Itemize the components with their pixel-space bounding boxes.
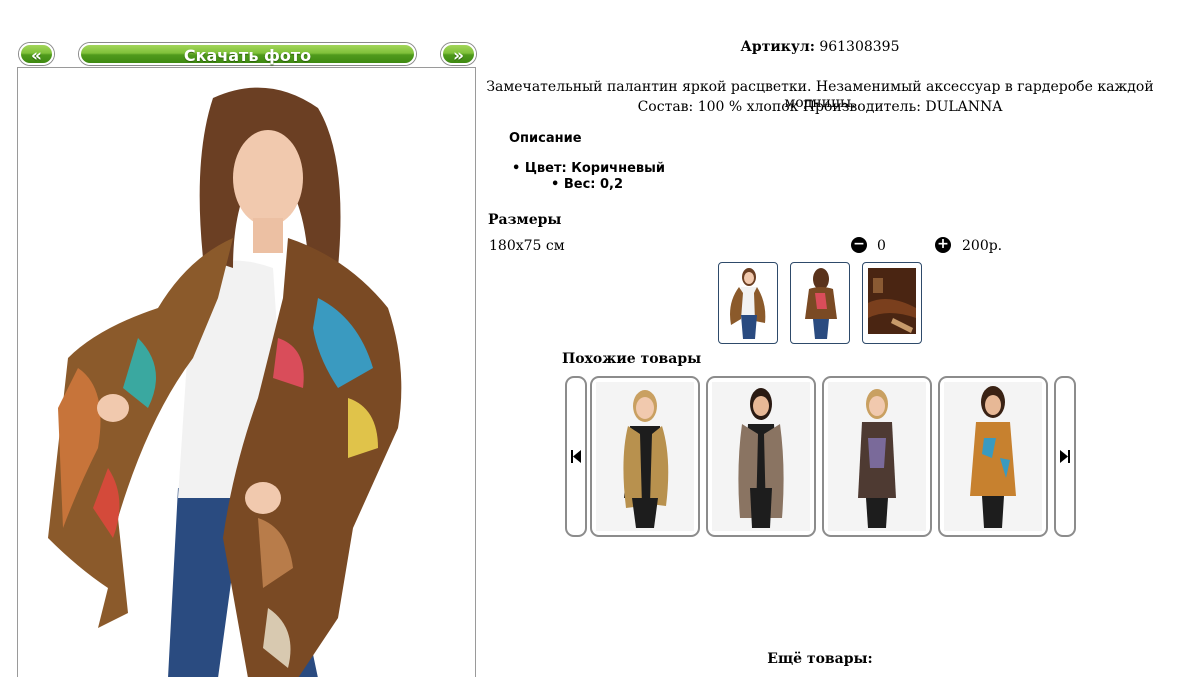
specs-heading: Описание — [509, 131, 582, 146]
spec-color: Цвет: Коричневый — [524, 161, 665, 176]
plus-circle-icon[interactable]: + — [935, 237, 951, 253]
thumbnail-back[interactable] — [790, 262, 850, 344]
quantity-value: 0 — [877, 238, 886, 254]
similar-item-2[interactable] — [706, 376, 816, 537]
similar-item-1[interactable] — [590, 376, 700, 537]
similar-next-button[interactable] — [1054, 376, 1076, 537]
model-scarf-illustration — [48, 87, 402, 677]
description-line-2: Состав: 100 % хлопок Производитель: DULA… — [637, 99, 1003, 115]
next-photo-button[interactable]: » — [441, 43, 476, 66]
similar-item-4-image — [944, 382, 1042, 531]
similar-item-1-image — [596, 382, 694, 531]
size-value: 180x75 см — [489, 238, 565, 254]
spec-weight: Вес: 0,2 — [563, 177, 624, 192]
thumbnail-back-image — [805, 268, 837, 339]
similar-item-4[interactable] — [938, 376, 1048, 537]
similar-prev-button[interactable] — [565, 376, 587, 537]
sizes-heading: Размеры — [488, 212, 562, 228]
spec-color-item: • Цвет: Коричневый — [512, 161, 665, 176]
thumbnail-front[interactable] — [718, 262, 778, 344]
bullet-icon: • — [551, 177, 564, 192]
main-product-photo[interactable] — [17, 67, 476, 677]
similar-item-3[interactable] — [822, 376, 932, 537]
minus-circle-icon[interactable]: − — [851, 237, 867, 253]
sku-label: Артикул: — [740, 39, 815, 55]
skip-forward-icon — [1060, 450, 1070, 463]
skip-back-icon — [571, 450, 581, 463]
download-photo-button[interactable]: Скачать фото — [79, 43, 416, 65]
thumbnail-fabric-image — [868, 268, 916, 334]
prev-photo-button[interactable]: « — [19, 43, 54, 66]
spec-weight-item: • Вес: 0,2 — [551, 177, 623, 192]
sku-line: Артикул: 961308395 — [690, 39, 950, 55]
bullet-icon: • — [512, 161, 525, 176]
similar-item-2-image — [712, 382, 810, 531]
similar-heading: Похожие товары — [562, 351, 702, 367]
similar-item-3-image — [828, 382, 926, 531]
thumbnail-fabric[interactable] — [862, 262, 922, 344]
sku-value: 961308395 — [819, 39, 900, 55]
price-value: 200р. — [962, 238, 1003, 254]
thumbnail-front-image — [730, 268, 766, 339]
